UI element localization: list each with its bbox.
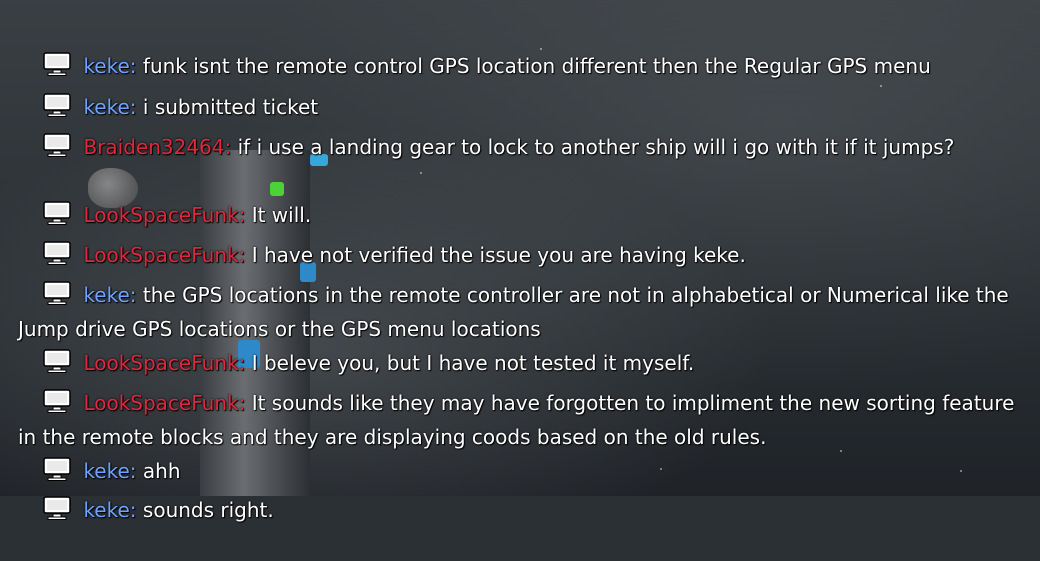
chat-message: keke: sounds right. bbox=[18, 459, 1024, 561]
chat-username[interactable]: LookSpaceFunk bbox=[83, 391, 238, 415]
chat-text: sounds right. bbox=[142, 498, 274, 522]
chat-separator: : bbox=[238, 391, 252, 415]
monitor-icon bbox=[43, 133, 72, 157]
chat-separator: : bbox=[129, 498, 143, 522]
monitor-icon bbox=[43, 281, 72, 305]
chat-separator: : bbox=[129, 283, 143, 307]
chat-username[interactable]: keke bbox=[83, 498, 129, 522]
chat-separator: : bbox=[224, 135, 238, 159]
monitor-icon bbox=[43, 496, 72, 520]
chat-text: if i use a landing gear to lock to anoth… bbox=[237, 135, 955, 159]
chat-log: keke: funk isnt the remote control GPS l… bbox=[18, 0, 1024, 522]
monitor-icon bbox=[43, 389, 72, 413]
chat-username[interactable]: keke bbox=[83, 283, 129, 307]
chat-username[interactable]: Braiden32464 bbox=[83, 135, 224, 159]
